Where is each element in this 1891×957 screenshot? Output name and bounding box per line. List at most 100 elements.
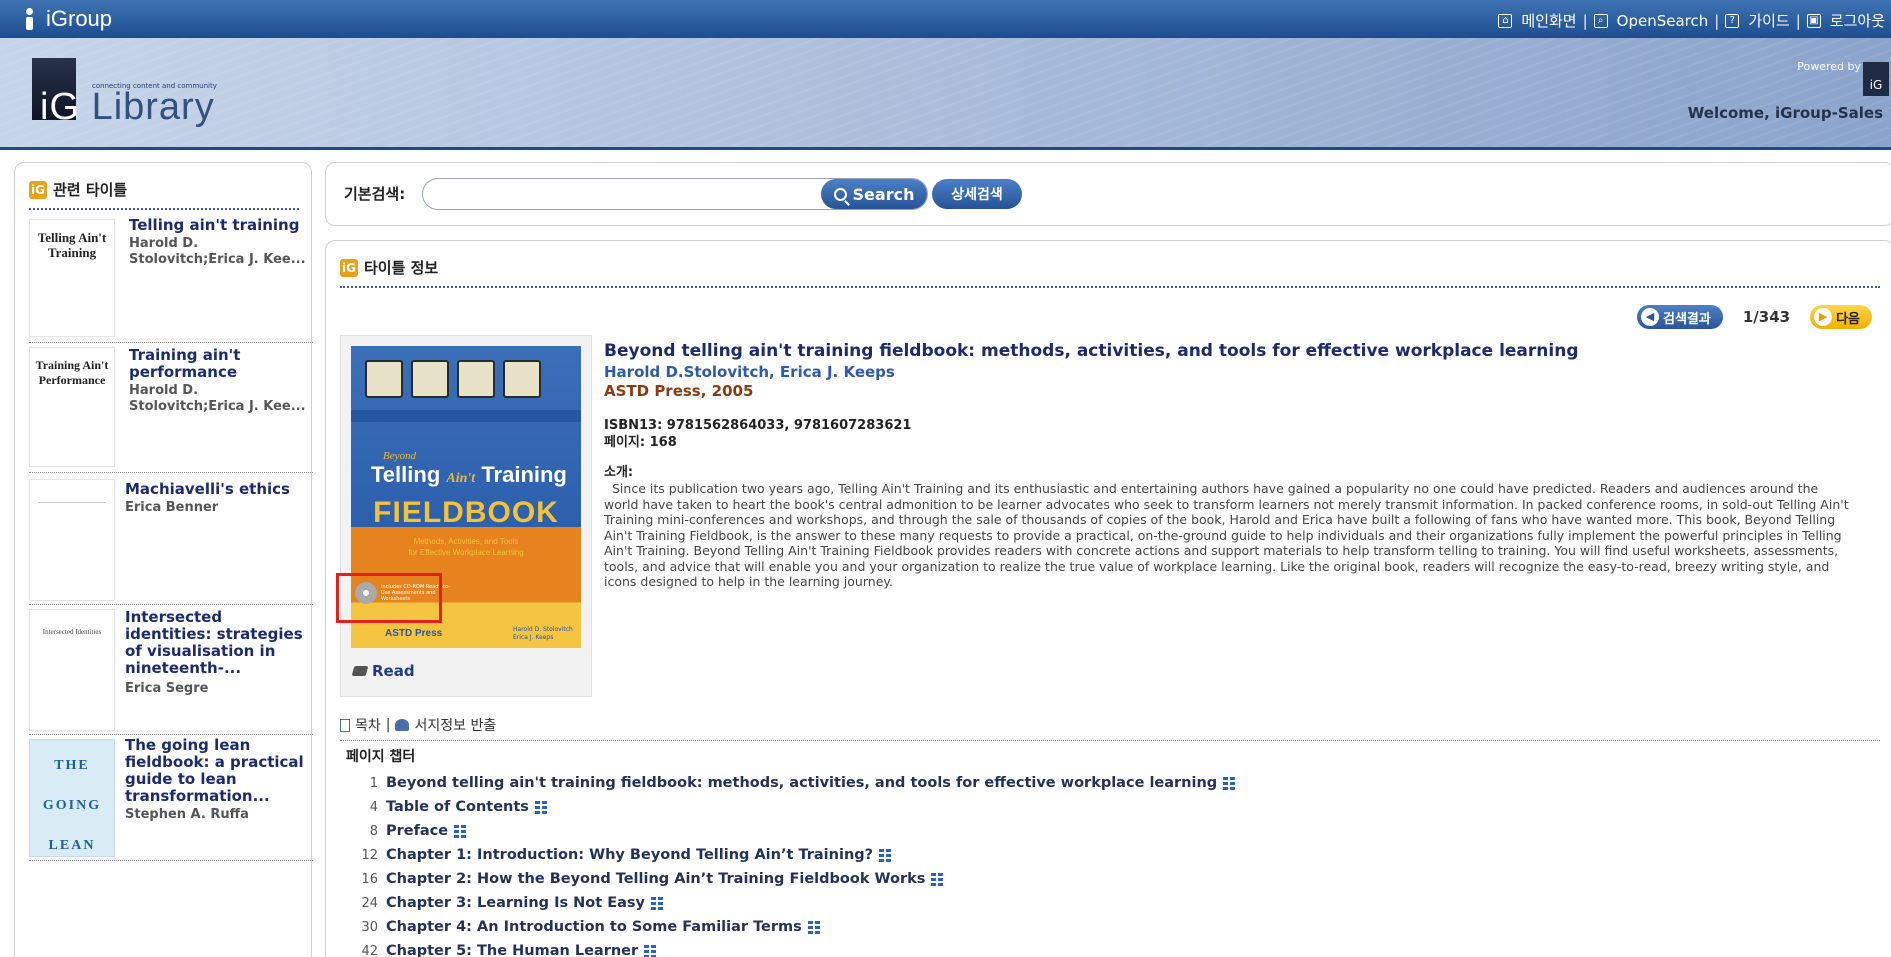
next-button[interactable]: ▶ 다음 xyxy=(1810,305,1872,329)
related-item[interactable]: THE GOING LEAN The going lean fieldbook:… xyxy=(29,737,313,861)
related-author: Erica Benner xyxy=(125,500,219,515)
toc-page: 24 xyxy=(361,895,378,911)
cover-telling-word: Telling xyxy=(371,462,441,487)
toc-chapter[interactable]: Chapter 4: An Introduction to Some Famil… xyxy=(386,919,802,935)
related-item[interactable]: Telling Ain't Training Telling ain't tra… xyxy=(29,217,313,343)
toc-row: 12 Chapter 1: Introduction: Why Beyond Te… xyxy=(356,843,1235,867)
related-title[interactable]: Machiavelli's ethics xyxy=(125,481,307,498)
view-pages-icon[interactable] xyxy=(454,824,467,838)
book-icon xyxy=(351,666,369,676)
logo-library: Library xyxy=(91,86,215,128)
header-banner: connecting content and community iG Libr… xyxy=(0,38,1891,150)
view-pages-icon[interactable] xyxy=(651,896,664,910)
cover-face xyxy=(503,360,541,398)
toc-page: 1 xyxy=(369,775,378,791)
view-pages-icon[interactable] xyxy=(644,944,657,957)
lock-icon: ▣ xyxy=(1806,13,1821,28)
cover-author: Harold D. Stolovitch xyxy=(513,626,573,633)
toc-chapter[interactable]: Chapter 1: Introduction: Why Beyond Tell… xyxy=(386,847,873,863)
related-titles-label: 관련 타이틀 xyxy=(53,181,128,199)
search-button-label: Search xyxy=(852,184,915,204)
link-opensearch[interactable]: OpenSearch xyxy=(1617,12,1709,30)
next-label: 다음 xyxy=(1836,311,1860,327)
book-info: Beyond telling ain't training fieldbook:… xyxy=(604,341,1854,590)
cover-illustration xyxy=(365,360,565,406)
welcome-message: Welcome, iGroup-Sales xyxy=(1687,104,1883,122)
back-to-results-button[interactable]: ◀ 검색결과 xyxy=(1637,305,1723,329)
link-logout[interactable]: 로그아웃 xyxy=(1830,10,1885,31)
related-title[interactable]: Intersected identities: strategies of vi… xyxy=(125,609,307,677)
related-cover[interactable]: THE GOING LEAN xyxy=(29,739,115,857)
thumb-title: Telling Ain't Training xyxy=(37,230,107,260)
toc-row: 30 Chapter 4: An Introduction to Some Fam… xyxy=(356,915,1235,939)
toc-page: 30 xyxy=(361,919,378,935)
view-pages-icon[interactable] xyxy=(931,872,944,886)
view-pages-icon[interactable] xyxy=(1223,776,1236,790)
related-titles-panel: iG 관련 타이틀 Telling Ain't Training Telling… xyxy=(14,162,313,957)
search-button[interactable]: Search xyxy=(821,179,927,209)
cover-face xyxy=(365,360,403,398)
related-item[interactable]: Intersected Identities Intersected ident… xyxy=(29,607,313,735)
related-text: Machiavelli's ethics Erica Benner xyxy=(125,481,307,516)
view-pages-icon[interactable] xyxy=(879,848,892,862)
back-to-results-label: 검색결과 xyxy=(1663,311,1711,327)
brand-name: iGroup xyxy=(46,6,113,31)
book-authors[interactable]: Harold D.Stolovitch, Erica J. Keeps xyxy=(604,362,1854,382)
toc-chapter[interactable]: Beyond telling ain't training fieldbook:… xyxy=(386,775,1217,791)
book-publisher: ASTD Press, 2005 xyxy=(604,382,754,400)
export-icon xyxy=(395,719,410,731)
ig-badge-icon: iG xyxy=(340,258,358,277)
toc-row: 16 Chapter 2: How the Beyond Telling Ain’… xyxy=(356,867,1235,891)
toc-chapter[interactable]: Chapter 2: How the Beyond Telling Ain’t … xyxy=(386,871,925,887)
cover-subtitle-line: Methods, Activities, and Tools xyxy=(413,537,519,546)
related-title[interactable]: Training ain't performance xyxy=(129,347,311,381)
toc-row: 1 Beyond telling ain't training fieldbook… xyxy=(356,771,1236,795)
cover-authors: Harold D. Stolovitch Erica J. Keeps xyxy=(513,626,573,642)
toc-page: 4 xyxy=(369,799,378,815)
toc-chapter[interactable]: Preface xyxy=(386,823,448,839)
title-info-label: 타이틀 정보 xyxy=(364,259,439,277)
logo-ig: iG xyxy=(40,86,80,128)
toc-row: 8 Preface xyxy=(356,819,1235,843)
related-text: Intersected identities: strategies of vi… xyxy=(125,609,307,697)
tab-export-citation[interactable]: 서지정보 반출 xyxy=(414,715,496,735)
thumb-line xyxy=(38,502,106,503)
toc-chapter[interactable]: Chapter 3: Learning Is Not Easy xyxy=(386,895,645,911)
cover-telling: Telling Ain't Training xyxy=(371,462,567,488)
title-info-heading: iG 타이틀 정보 xyxy=(340,257,1880,288)
read-button[interactable]: Read xyxy=(351,662,415,680)
document-icon xyxy=(340,718,350,732)
related-author: Harold D. Stolovitch;Erica J. Kee... xyxy=(129,383,306,414)
cover-training: Training xyxy=(481,462,567,487)
book-pages: 페이지: 168 xyxy=(604,435,677,450)
link-main[interactable]: 메인화면 xyxy=(1521,10,1576,31)
toc-row: 4 Table of Contents xyxy=(356,795,1235,819)
toc-row: 24 Chapter 3: Learning Is Not Easy xyxy=(356,891,1235,915)
ig-library-logo[interactable]: iG Library xyxy=(40,86,215,129)
related-item[interactable]: Training Ain't Performance Training ain'… xyxy=(29,345,313,473)
toc-page: 12 xyxy=(361,847,378,863)
view-pages-icon[interactable] xyxy=(807,920,820,934)
related-cover[interactable] xyxy=(29,479,115,601)
related-cover[interactable]: Intersected Identities xyxy=(29,609,115,731)
back-arrow-icon: ◀ xyxy=(1641,308,1659,326)
tab-toc[interactable]: 목차 xyxy=(355,715,381,735)
book-cover-frame: Beyond Telling Ain't Training FIELDBOOK … xyxy=(336,335,592,697)
related-item[interactable]: Machiavelli's ethics Erica Benner xyxy=(29,477,313,605)
thumb-title: Training Ain't Performance xyxy=(35,358,109,387)
related-cover[interactable]: Training Ain't Performance xyxy=(29,347,115,467)
next-arrow-icon: ▶ xyxy=(1814,308,1833,326)
result-pager: 1/343 xyxy=(1742,308,1791,326)
advanced-search-button[interactable]: 상세검색 xyxy=(932,179,1022,209)
toc-chapter[interactable]: Table of Contents xyxy=(386,799,529,815)
toc-page: 16 xyxy=(361,871,378,887)
cover-subtitle: Methods, Activities, and Tools for Effec… xyxy=(351,536,581,558)
view-pages-icon[interactable] xyxy=(534,800,547,814)
related-cover[interactable]: Telling Ain't Training xyxy=(29,219,115,337)
link-guide[interactable]: 가이드 xyxy=(1748,10,1789,31)
related-title[interactable]: The going lean fieldbook: a practical gu… xyxy=(125,737,307,805)
brand[interactable]: iGroup xyxy=(20,6,112,32)
related-title[interactable]: Telling ain't training xyxy=(129,217,311,234)
toc-chapter[interactable]: Chapter 5: The Human Learner xyxy=(386,943,638,957)
toc-tabs: 목차 | 서지정보 반출 xyxy=(340,715,1880,741)
